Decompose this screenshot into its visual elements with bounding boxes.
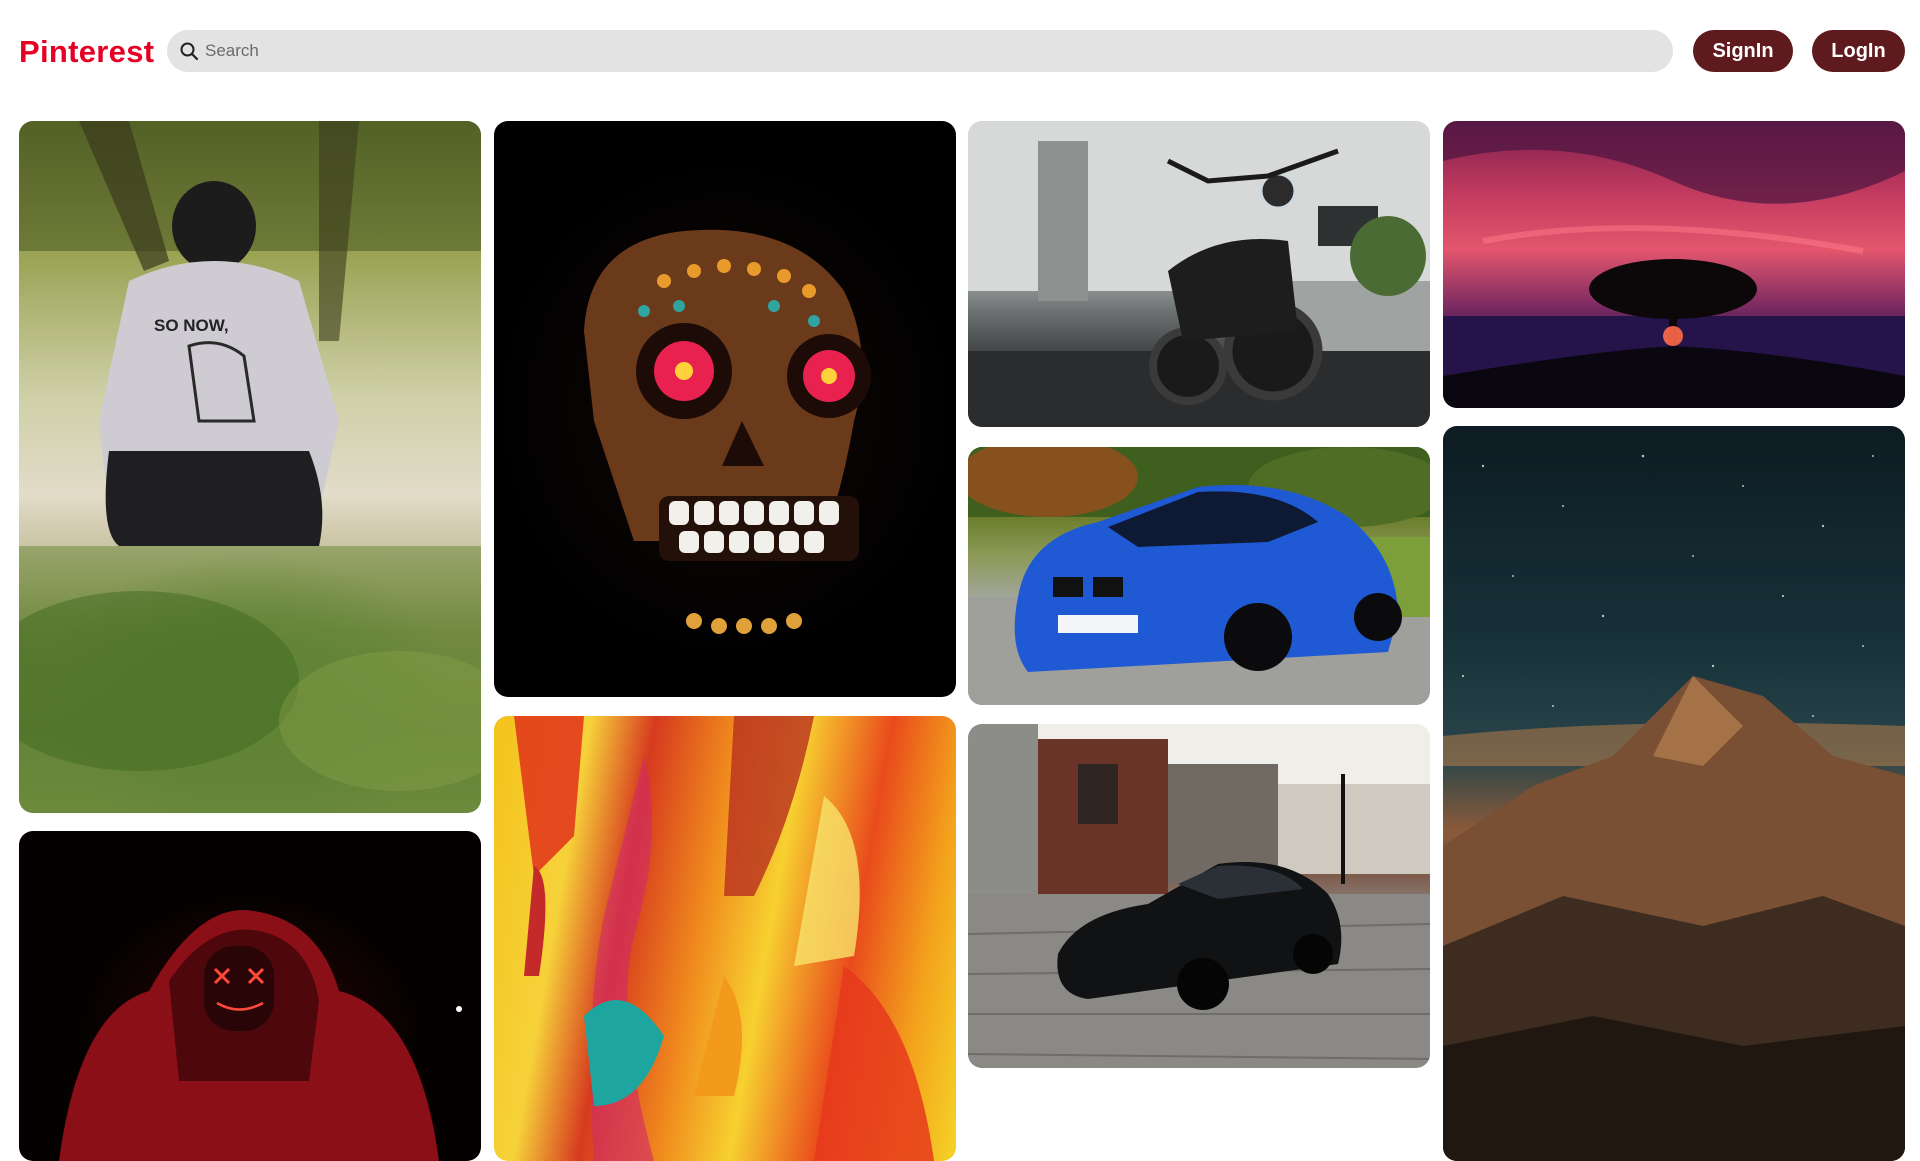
pinterest-logo[interactable]: Pinterest: [19, 32, 154, 72]
pin-black-car-street[interactable]: [968, 724, 1430, 1068]
pin-blue-car[interactable]: [968, 447, 1430, 705]
pin-image: [968, 724, 1430, 1068]
search-icon: [180, 42, 199, 61]
pin-image: [59, 910, 462, 1161]
pin-image: [514, 716, 934, 1161]
pin-image: [1443, 454, 1905, 1161]
pin-neon-mask[interactable]: [19, 831, 481, 1161]
svg-text:SO NOW,: SO NOW,: [154, 316, 229, 335]
pin-image: [968, 447, 1430, 705]
pin-motorcycle[interactable]: [968, 121, 1430, 427]
pin-starry-mountain[interactable]: [1443, 426, 1905, 1161]
pin-abstract-paint[interactable]: [494, 716, 956, 1161]
pin-sugar-skull[interactable]: [494, 121, 956, 697]
pin-image: [584, 229, 871, 634]
signin-button[interactable]: SignIn: [1693, 30, 1793, 72]
pin-image: SO NOW,: [19, 121, 481, 813]
pin-sunset-tree[interactable]: [1443, 121, 1905, 408]
top-bar: Pinterest SignIn LogIn: [0, 0, 1920, 100]
search-bar[interactable]: [167, 30, 1673, 72]
search-input[interactable]: [205, 30, 1645, 72]
pin-hoodie-person[interactable]: SO NOW,: [19, 121, 481, 813]
pin-image: [968, 121, 1430, 427]
login-button[interactable]: LogIn: [1812, 30, 1905, 72]
pin-image: [1443, 121, 1905, 408]
